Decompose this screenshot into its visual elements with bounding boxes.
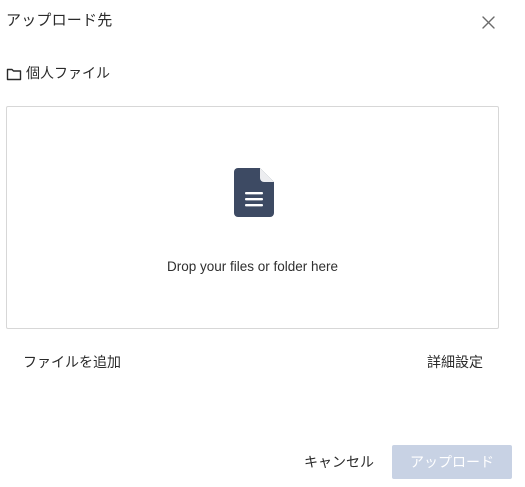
add-files-button[interactable]: ファイルを追加 [23,352,121,374]
drop-zone-text: Drop your files or folder here [166,259,339,274]
close-icon [481,15,495,29]
cancel-button[interactable]: キャンセル [296,447,382,477]
destination-label: 個人ファイル [26,66,110,82]
destination-folder: 個人ファイル [6,63,110,85]
upload-button[interactable]: アップロード [392,445,512,479]
document-icon [234,168,274,217]
advanced-settings-button[interactable]: 詳細設定 [427,352,483,374]
folder-icon [6,68,22,81]
upload-dialog: アップロード先 個人ファイル Drop your files or folder… [0,0,525,487]
dialog-title: アップロード先 [6,11,113,29]
close-button[interactable] [478,12,498,32]
drop-zone[interactable]: Drop your files or folder here [6,106,499,329]
